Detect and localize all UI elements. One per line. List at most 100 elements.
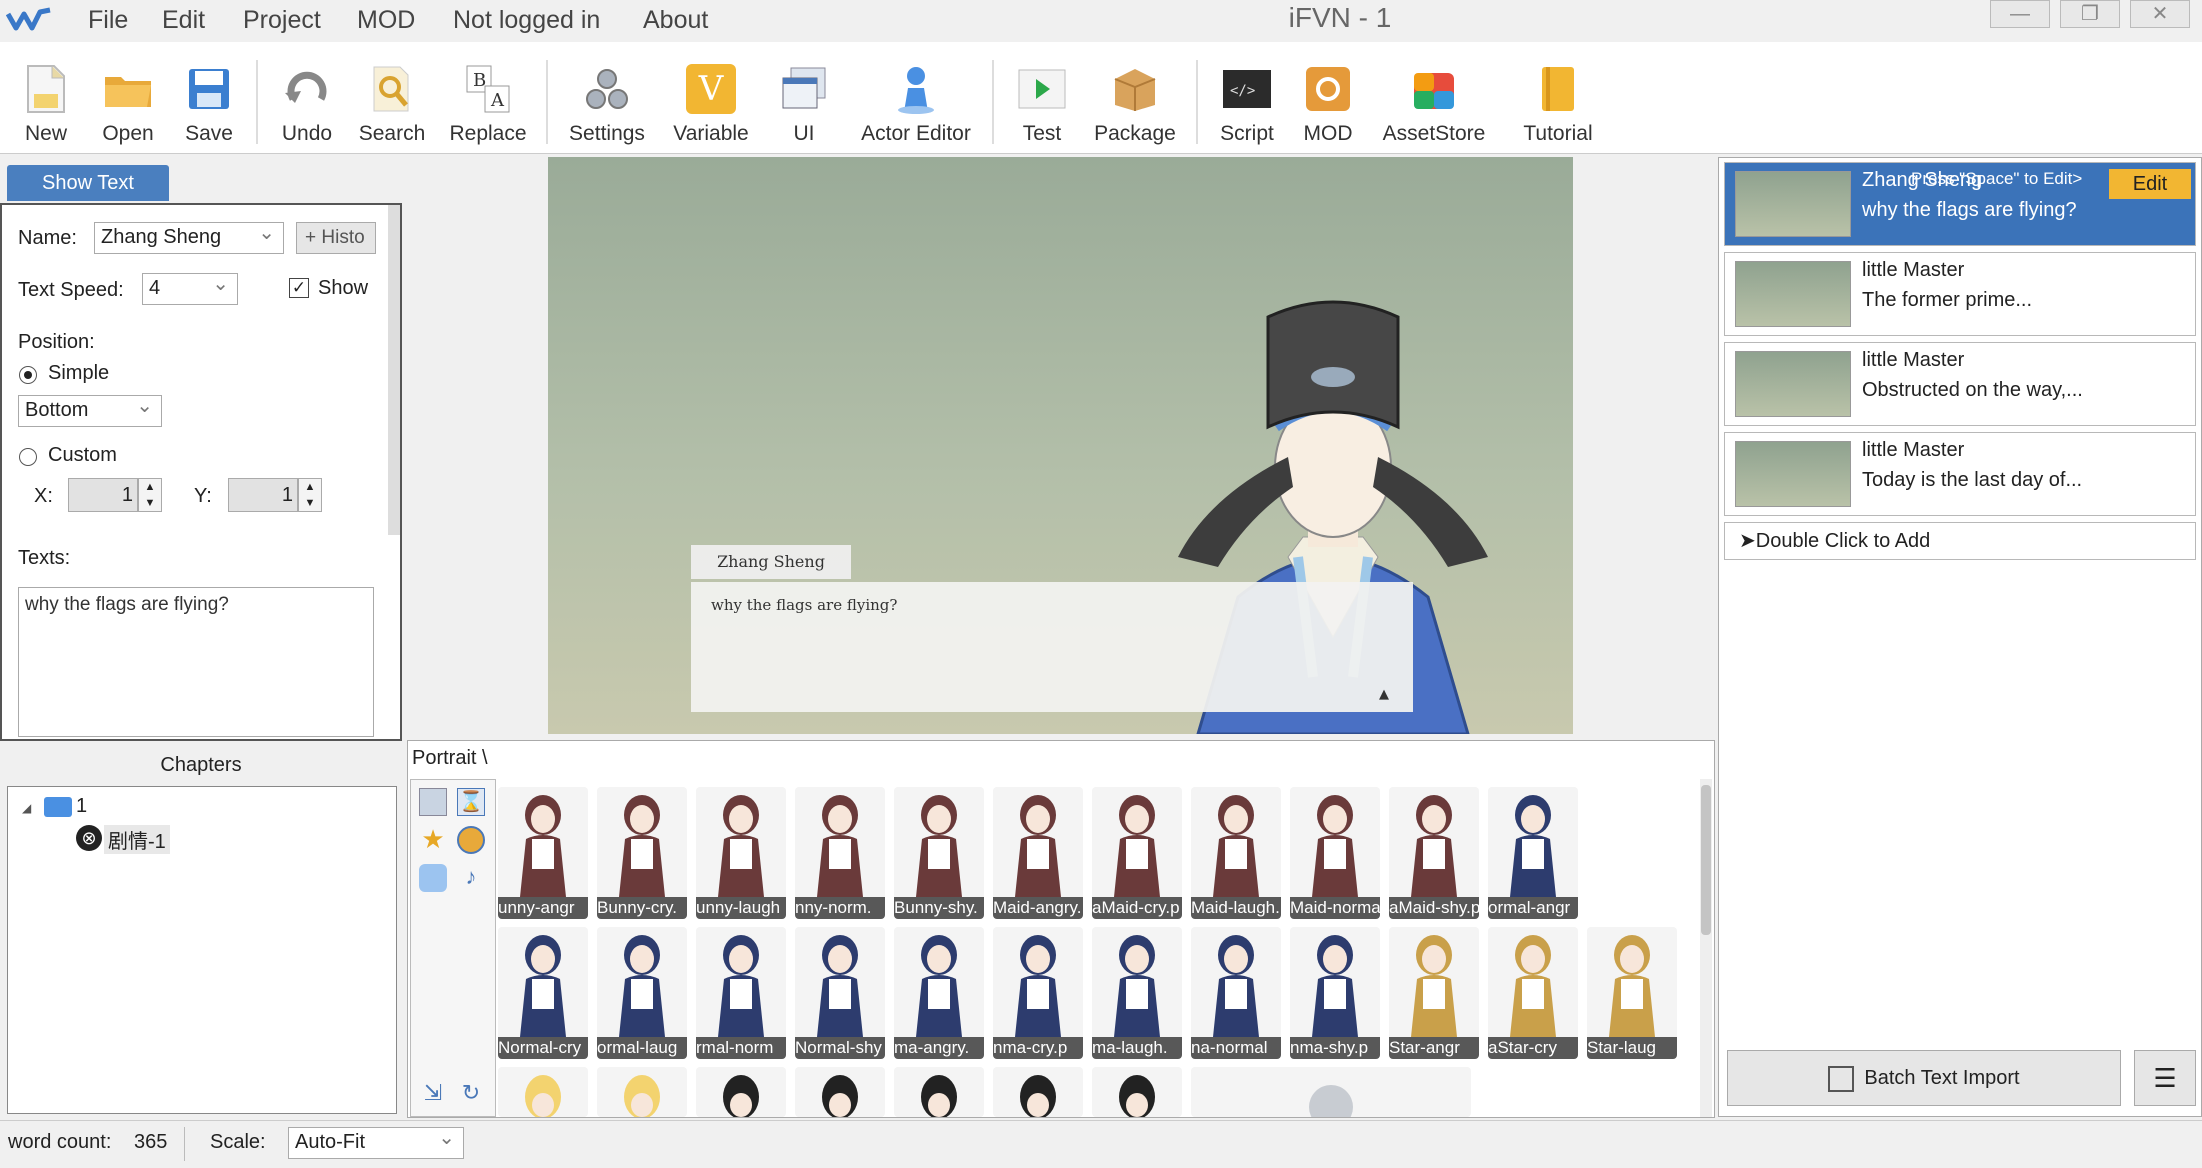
- portrait-thumbnail[interactable]: ormal-angr: [1488, 787, 1578, 919]
- event-item[interactable]: little Master Obstructed on the way,...: [1724, 342, 2196, 426]
- actor-editor-button[interactable]: Actor Editor: [854, 42, 978, 154]
- y-spin-arrows-icon[interactable]: ▲ ▼: [298, 478, 322, 512]
- video-icon[interactable]: [419, 864, 447, 892]
- portrait-thumbnail[interactable]: [498, 1067, 588, 1117]
- restore-button[interactable]: ❐: [2060, 0, 2120, 28]
- portrait-thumbnail[interactable]: Maid-laugh.: [1191, 787, 1281, 919]
- portrait-thumbnail[interactable]: Bunny-shy.: [894, 787, 984, 919]
- portrait-thumbnail[interactable]: ma-laugh.: [1092, 927, 1182, 1059]
- chapter-child[interactable]: 剧情-1: [104, 825, 170, 854]
- portrait-thumbnail[interactable]: Star-laug: [1587, 927, 1677, 1059]
- event-item[interactable]: little Master Today is the last day of..…: [1724, 432, 2196, 516]
- event-text: Today is the last day of...: [1862, 469, 2083, 491]
- open-button[interactable]: Open: [94, 42, 162, 154]
- portrait-thumbnail[interactable]: aMaid-shy.p: [1389, 787, 1479, 919]
- scroll-thumb[interactable]: [1701, 785, 1711, 935]
- show-checkbox[interactable]: ✓: [289, 278, 309, 298]
- portrait-thumbnail[interactable]: [696, 1067, 786, 1117]
- portrait-caption: Maid-normal: [1290, 897, 1380, 919]
- portrait-thumbnail[interactable]: unny-angr: [498, 787, 588, 919]
- position-select[interactable]: Bottom: [18, 392, 162, 427]
- history-button[interactable]: + Histo: [296, 222, 376, 254]
- asset-store-button[interactable]: AssetStore: [1378, 42, 1490, 154]
- portrait-thumbnail[interactable]: [597, 1067, 687, 1117]
- expand-arrow-icon[interactable]: ◢: [22, 801, 31, 815]
- portrait-thumbnail[interactable]: ma-angry.: [894, 927, 984, 1059]
- replace-button[interactable]: BA Replace: [446, 42, 530, 154]
- portrait-thumbnail[interactable]: [795, 1067, 885, 1117]
- settings-button[interactable]: Settings: [564, 42, 650, 154]
- save-button[interactable]: Save: [178, 42, 240, 154]
- list-view-icon[interactable]: ☰: [2134, 1050, 2196, 1106]
- portrait-figure: [1609, 935, 1655, 1037]
- search-button[interactable]: Search: [352, 42, 432, 154]
- portrait-thumbnail[interactable]: na-normal: [1191, 927, 1281, 1059]
- chapter-root[interactable]: 1: [76, 795, 87, 818]
- menu-project[interactable]: Project: [243, 0, 321, 40]
- portrait-thumbnail[interactable]: [1092, 1067, 1182, 1117]
- import-icon[interactable]: ⇲: [419, 1080, 447, 1108]
- name-select[interactable]: Zhang Sheng: [94, 219, 284, 254]
- portrait-thumbnail[interactable]: Maid-angry.: [993, 787, 1083, 919]
- text-speed-select[interactable]: 4: [142, 270, 238, 305]
- portrait-thumbnail[interactable]: rmal-norm: [696, 927, 786, 1059]
- portrait-thumbnail[interactable]: Star-angr: [1389, 927, 1479, 1059]
- simple-radio[interactable]: [19, 366, 37, 384]
- undo-button[interactable]: Undo: [272, 42, 342, 154]
- menu-file[interactable]: File: [88, 0, 128, 40]
- event-item[interactable]: little Master The former prime...: [1724, 252, 2196, 336]
- portrait-thumbnail[interactable]: [894, 1067, 984, 1117]
- event-item-selected[interactable]: Zhang Sheng Press "Space" to Edit> Edit …: [1724, 162, 2196, 246]
- portrait-thumbnail[interactable]: Normal-shy: [795, 927, 885, 1059]
- minimize-button[interactable]: —: [1990, 0, 2050, 28]
- effect-icon[interactable]: [457, 826, 485, 854]
- mod-button[interactable]: MOD: [1294, 42, 1362, 154]
- custom-radio[interactable]: [19, 448, 37, 466]
- portrait-thumbnail[interactable]: aMaid-cry.p: [1092, 787, 1182, 919]
- hourglass-icon[interactable]: ⌛: [457, 788, 485, 816]
- portrait-figure: [1114, 935, 1160, 1037]
- star-icon[interactable]: ★: [419, 826, 447, 854]
- package-button[interactable]: Package: [1092, 42, 1178, 154]
- portrait-scrollbar[interactable]: [1700, 779, 1712, 1117]
- x-spinbox[interactable]: 1: [68, 478, 138, 512]
- props-scrollbar[interactable]: [388, 205, 400, 535]
- texts-textarea[interactable]: why the flags are flying?: [18, 587, 374, 737]
- portrait-thumbnail[interactable]: Normal-cry: [498, 927, 588, 1059]
- portrait-thumbnail[interactable]: unny-laugh: [696, 787, 786, 919]
- y-spinbox[interactable]: 1: [228, 478, 298, 512]
- preview-stage[interactable]: Zhang Sheng why the flags are flying? ▲: [548, 157, 1573, 734]
- portrait-caption: aStar-cry: [1488, 1037, 1578, 1059]
- edit-button[interactable]: Edit: [2109, 169, 2191, 199]
- menu-mod[interactable]: MOD: [357, 0, 415, 40]
- double-click-to-add[interactable]: ➤Double Click to Add: [1724, 522, 2196, 560]
- script-button[interactable]: </> Script: [1214, 42, 1280, 154]
- portrait-caption: nma-shy.p: [1290, 1037, 1380, 1059]
- portrait-thumbnail[interactable]: nny-norm.: [795, 787, 885, 919]
- x-spin-arrows-icon[interactable]: ▲ ▼: [138, 478, 162, 512]
- menu-about[interactable]: About: [643, 0, 708, 40]
- microphone-icon[interactable]: ♪: [457, 864, 485, 892]
- batch-text-import-button[interactable]: Batch Text Import: [1727, 1050, 2121, 1106]
- tab-show-text[interactable]: Show Text: [7, 165, 169, 201]
- portrait-thumbnail[interactable]: nma-cry.p: [993, 927, 1083, 1059]
- variable-button[interactable]: V Variable: [664, 42, 758, 154]
- image-category-icon[interactable]: [419, 788, 447, 816]
- close-button[interactable]: ✕: [2130, 0, 2190, 28]
- portrait-thumbnail[interactable]: [1191, 1067, 1471, 1117]
- new-button[interactable]: New: [14, 42, 78, 154]
- scale-select[interactable]: Auto-Fit: [288, 1124, 464, 1159]
- portrait-thumbnail[interactable]: nma-shy.p: [1290, 927, 1380, 1059]
- refresh-icon[interactable]: ↻: [457, 1080, 485, 1108]
- portrait-thumbnail[interactable]: [993, 1067, 1083, 1117]
- tutorial-button[interactable]: Tutorial: [1506, 42, 1610, 154]
- portrait-thumbnail[interactable]: Bunny-cry.: [597, 787, 687, 919]
- portrait-thumbnail[interactable]: aStar-cry: [1488, 927, 1578, 1059]
- menu-login[interactable]: Not logged in: [453, 0, 600, 40]
- menu-edit[interactable]: Edit: [162, 0, 205, 40]
- portrait-thumbnail[interactable]: Maid-normal: [1290, 787, 1380, 919]
- actor-icon: [891, 64, 941, 114]
- test-button[interactable]: Test: [1012, 42, 1072, 154]
- portrait-thumbnail[interactable]: ormal-laug: [597, 927, 687, 1059]
- ui-button[interactable]: UI: [776, 42, 832, 154]
